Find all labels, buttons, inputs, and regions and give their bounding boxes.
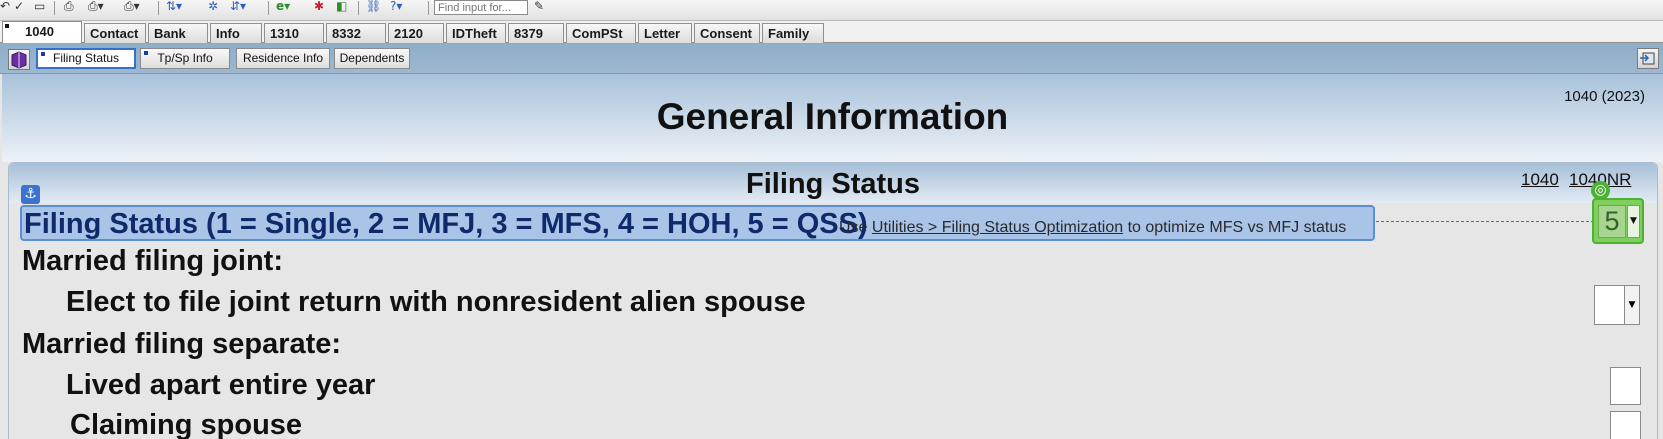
find-input[interactable] [434,0,528,15]
section-header: Filing Status 1040 1040NR [9,163,1657,203]
tab-label: Family [768,26,810,41]
active-marker-icon [5,24,9,28]
print-options-icon[interactable]: ⎙▾ [88,0,104,14]
section-title: Filing Status [746,168,920,200]
checkmark-icon[interactable]: ✓ [14,0,24,14]
toolbar-separator [158,1,159,15]
form-icon[interactable]: ▭ [34,0,45,14]
tab-8379[interactable]: 8379 [508,23,564,43]
edit-icon[interactable]: ✎ [534,0,544,14]
filing-status-label: Filing Status (1 = Single, 2 = MFJ, 3 = … [24,208,868,240]
page-title: General Information [656,96,1009,137]
tab-label: Contact [90,26,139,41]
tab-8332[interactable]: 8332 [326,23,386,43]
book-icon [11,51,27,69]
subtab-label: Filing Status [52,51,120,65]
link-1040[interactable]: 1040 [1521,170,1559,190]
active-marker-icon [41,52,45,56]
filing-status-value[interactable]: 5 [1598,205,1626,238]
tab-label: Info [216,26,240,41]
tools-icon[interactable]: ✲ [208,0,218,14]
tab-bank[interactable]: Bank [148,23,208,43]
elect-joint-label: Elect to file joint return with nonresid… [66,286,806,318]
browser-icon[interactable]: e▾ [276,0,290,14]
printer-icon[interactable]: ⎙▾ [124,0,140,14]
tab-idtheft[interactable]: IDTheft [446,23,506,43]
pin-panel-button[interactable] [1637,48,1659,69]
filing-status-row: Filing Status (1 = Single, 2 = MFJ, 3 = … [20,205,1375,241]
lived-apart-label: Lived apart entire year [66,369,376,401]
subtab-label: Tp/Sp Info [157,51,213,65]
pin-icon [1640,52,1655,65]
subtab-filing-status[interactable]: Filing Status [36,48,136,69]
tab-contact[interactable]: Contact [84,23,146,43]
undo-icon[interactable]: ↶ [0,0,10,14]
tab-label: 1040 [25,24,54,39]
sort-desc-icon[interactable]: ⇵▾ [230,0,246,14]
tab-label: 8332 [332,26,361,41]
anchor-icon[interactable]: ⚓ [21,185,40,204]
main-toolbar: ↶ ✓ ▭ ⎙ ⎙▾ ⎙▾ ⇅▾ ✲ ⇵▾ e▾ ✱ ◧ ⛓ ?▾ ✎ [0,0,1663,21]
subtab-label: Dependents [339,51,405,65]
filing-status-select[interactable]: 5 ▼ [1592,198,1644,244]
tab-label: 2120 [394,26,423,41]
page-header: General Information 1040 (2023) [2,74,1663,162]
marker-icon [144,51,148,55]
chevron-down-icon[interactable]: ▼ [1627,205,1640,238]
mfj-heading: Married filing joint: [22,245,283,277]
tab-label: Consent [700,26,752,41]
subtab-residence-info[interactable]: Residence Info [236,48,330,69]
subtab-label: Residence Info [242,51,324,65]
toolbar-separator [428,1,429,15]
form-year-label: 1040 (2023) [1564,88,1645,105]
book-button[interactable] [8,49,30,70]
tab-label: IDTheft [452,26,497,41]
tab-label: ComPSt [572,26,623,41]
tab-label: Bank [154,26,186,41]
tab-label: Letter [644,26,681,41]
hint-prefix: Use [839,219,868,236]
import-icon[interactable]: ◧ [336,0,347,14]
mfs-heading: Married filing separate: [22,328,342,360]
toolbar-separator [268,1,269,15]
leader-line [1376,221,1594,222]
tab-letter[interactable]: Letter [638,23,692,43]
bookmark-icon[interactable]: ✱ [314,0,324,14]
sub-tab-bar: Filing Status Tp/Sp Info Residence Info … [0,43,1663,74]
tab-2120[interactable]: 2120 [388,23,444,43]
lived-apart-checkbox[interactable] [1610,367,1641,405]
claiming-spouse-checkbox[interactable] [1610,411,1641,439]
tab-1310[interactable]: 1310 [264,23,324,43]
form-tab-bar: 1040 Contact Bank Info 1310 8332 2120 ID… [0,21,1663,43]
tab-label: 8379 [514,26,543,41]
filing-status-hint: Use Utilities > Filing Status Optimizati… [839,219,1346,237]
subtab-tp-sp-info[interactable]: Tp/Sp Info [140,48,230,69]
network-icon[interactable]: ⛓ [366,0,381,14]
tab-1040[interactable]: 1040 [2,21,82,43]
sort-icon[interactable]: ⇅▾ [166,0,182,14]
hint-suffix: to optimize MFS vs MFJ status [1127,219,1347,236]
toolbar-separator [358,1,359,15]
tab-family[interactable]: Family [762,23,824,43]
filing-status-optimization-link[interactable]: Utilities > Filing Status Optimization [872,219,1123,236]
tab-info[interactable]: Info [210,23,262,43]
tab-compst[interactable]: ComPSt [566,23,636,43]
help-icon[interactable]: ?▾ [390,0,402,14]
toolbar-separator [54,1,55,15]
tab-consent[interactable]: Consent [694,23,760,43]
tab-label: 1310 [270,26,299,41]
chevron-down-icon[interactable]: ▼ [1624,286,1639,324]
elect-joint-select[interactable]: ▼ [1594,285,1640,325]
claiming-spouse-label: Claiming spouse [70,409,303,439]
print-icon[interactable]: ⎙ [64,0,74,14]
subtab-dependents[interactable]: Dependents [334,48,410,69]
